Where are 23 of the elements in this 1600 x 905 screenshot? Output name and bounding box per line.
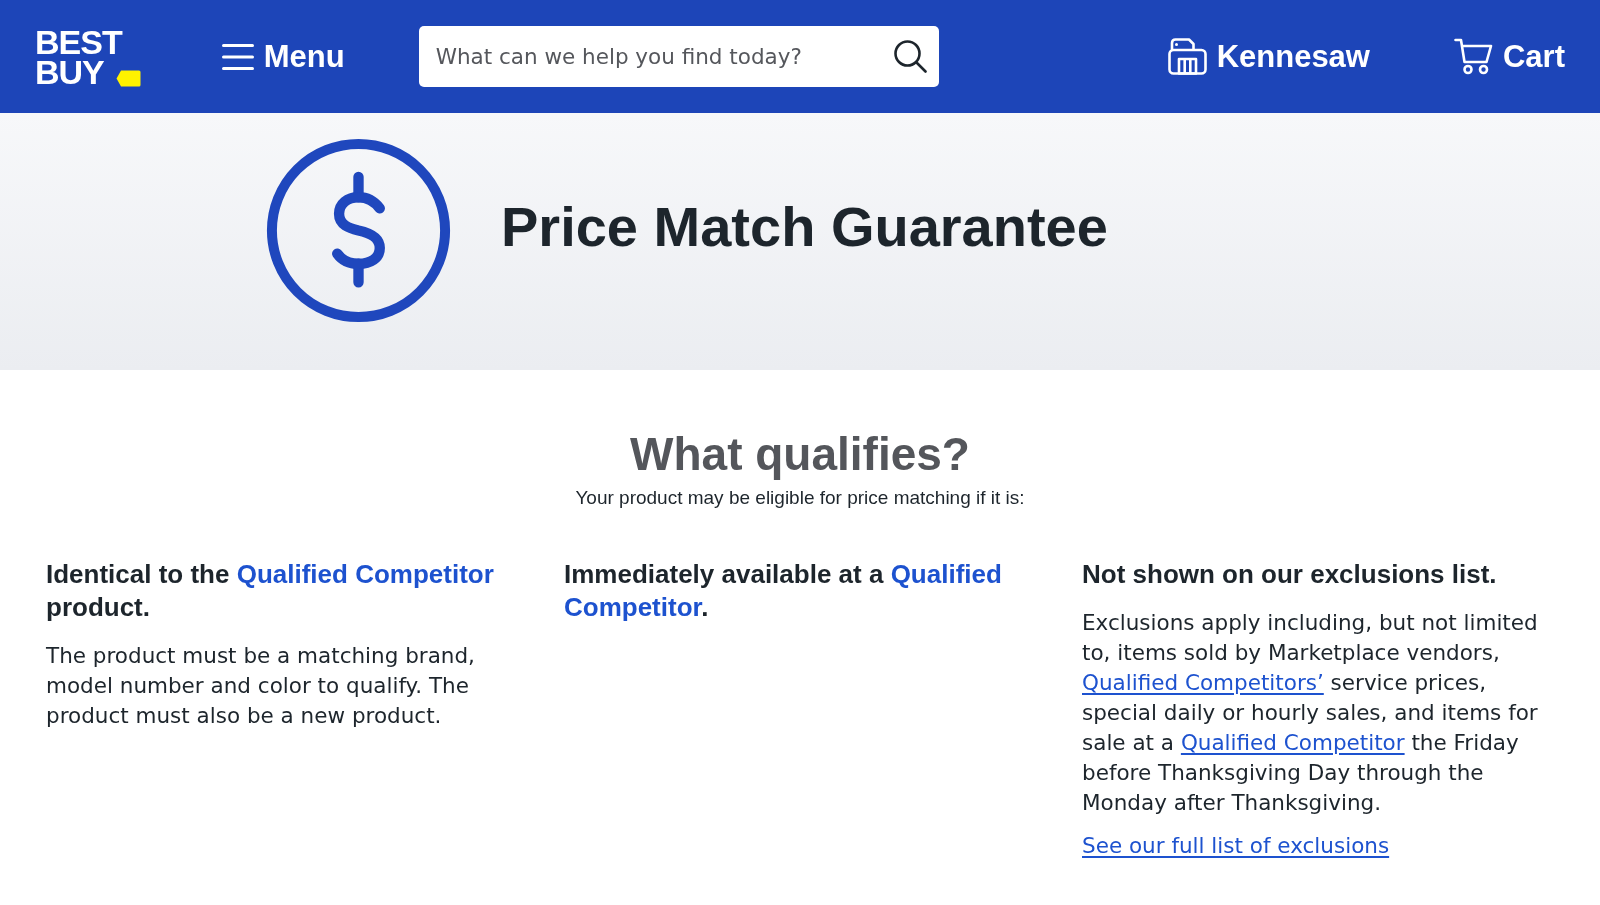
column-heading: Identical to the Qualified Competitor product. [46, 558, 495, 624]
cart-icon [1454, 38, 1493, 75]
search-button[interactable] [882, 26, 939, 87]
column-text: The product must be a matching brand, model number and color to qualify. The product must also be a new product. [46, 642, 476, 730]
column-heading: Not shown on our exclusions list. [1082, 558, 1497, 591]
search-field[interactable]: What can we help you find today? [418, 26, 883, 87]
cart-button[interactable]: Cart [1454, 38, 1565, 75]
menu-icon [221, 43, 254, 70]
exclusions-link[interactable]: See our full list of exclusions [1082, 831, 1390, 861]
column-heading: Immediately available at a Qualified Competitor. [564, 558, 1003, 624]
store-button[interactable]: Kennesaw [1167, 38, 1370, 75]
inline-link[interactable]: Qualified Competitor [1180, 730, 1405, 755]
logo-wordmark[interactable]: BEST BUY [35, 26, 122, 87]
inline-link[interactable]: Qualified Competitors’ [1082, 670, 1324, 695]
section-heading: What qualifies? [630, 428, 970, 481]
page-title: Price Match Guarantee [501, 194, 1108, 259]
menu-button[interactable]: Menu [221, 38, 345, 75]
dollar-icon [266, 138, 451, 323]
store-icon [1167, 38, 1207, 75]
search-icon [894, 40, 928, 73]
column-text: Exclusions apply including, but not limited to, items sold by Marketplace vendors, Qualified Competitors’ service prices, special daily or hourly sales, and items for sale at a Qualified Competitor the Friday before Thanksgiving Day through the Monday after Thanksgiving. [1082, 609, 1539, 817]
tag-icon [115, 69, 141, 87]
section-subtitle: Your product may be eligible for price matching if it is: [575, 486, 1025, 510]
